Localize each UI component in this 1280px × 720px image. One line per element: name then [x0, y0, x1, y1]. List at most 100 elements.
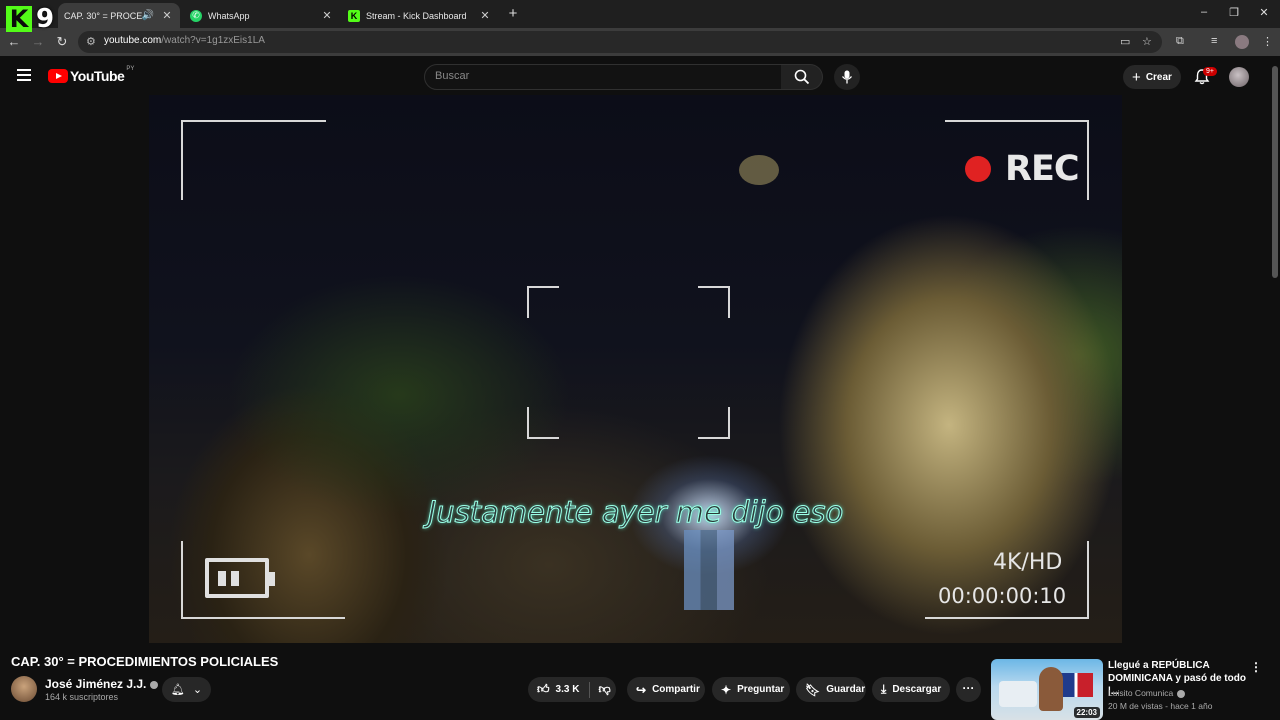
k9-logo-number: 9	[36, 4, 55, 34]
rec-label: REC	[1005, 149, 1080, 189]
focus-bracket-bottom-left	[527, 407, 559, 439]
download-icon: ⤓	[881, 682, 887, 696]
search-placeholder: Buscar	[435, 70, 470, 82]
thumbs-down-icon[interactable]: 👎︎	[598, 682, 610, 697]
save-button[interactable]: 🔖︎ Guardar	[796, 677, 866, 702]
chevron-down-icon: ⌄	[192, 684, 203, 696]
reload-button[interactable]: ↻	[54, 34, 70, 50]
create-label: Crear	[1145, 71, 1172, 83]
page-scrollbar[interactable]	[1272, 58, 1278, 718]
thumbnail-flag	[1059, 673, 1093, 697]
rec-indicator: REC	[965, 149, 1080, 189]
account-avatar[interactable]	[1229, 67, 1249, 87]
scrollbar-thumb[interactable]	[1272, 66, 1278, 278]
video-player[interactable]: REC 4K/HD 00:00:00:10 Justamente ayer me…	[149, 95, 1122, 643]
tab-title: WhatsApp	[208, 10, 250, 21]
verified-check-icon	[1177, 689, 1186, 698]
audio-playing-icon[interactable]: 🔊	[142, 10, 154, 21]
search-button[interactable]	[781, 64, 823, 90]
viewfinder-corner-top-left	[181, 120, 326, 200]
country-code: PY	[126, 66, 135, 72]
new-tab-button[interactable]: +	[505, 6, 521, 22]
share-arrow-icon: ↪	[636, 682, 647, 697]
recommended-channel[interactable]: Luisito Comunica	[1108, 688, 1186, 698]
notification-badge: 9+	[1203, 67, 1217, 76]
more-actions-button[interactable]: ···	[956, 677, 981, 702]
close-tab-icon[interactable]: ✕	[320, 9, 334, 23]
bookmark-icon: 🔖︎	[805, 682, 821, 697]
forward-button[interactable]: →	[30, 34, 46, 50]
url-text: youtube.com/watch?v=1g1zxEis1LA	[104, 35, 265, 46]
pixelated-face-blur	[684, 530, 734, 610]
resolution-label: 4K/HD	[993, 550, 1063, 575]
maximize-button[interactable]: ❐	[1227, 6, 1241, 19]
channel-avatar[interactable]	[11, 676, 37, 702]
close-window-button[interactable]: ✕	[1257, 6, 1271, 19]
battery-icon	[205, 558, 275, 598]
subscribed-notifications-button[interactable]: 🔔︎ ⌄	[162, 677, 211, 702]
youtube-logo-text: YouTube	[70, 68, 125, 84]
site-info-icon[interactable]: ⚙	[86, 35, 96, 48]
plus-icon: +	[1132, 68, 1141, 86]
tab-whatsapp[interactable]: ✆ WhatsApp ✕	[184, 3, 340, 28]
browser-profile-avatar[interactable]	[1235, 35, 1249, 49]
thumbnail-car	[999, 681, 1037, 707]
k9-logo-letter: K	[6, 6, 32, 32]
ask-button[interactable]: ✦ Preguntar	[712, 677, 790, 702]
address-bar[interactable]: ⚙ youtube.com/watch?v=1g1zxEis1LA ▭ ☆	[78, 31, 1162, 53]
search-icon	[794, 69, 809, 85]
like-dislike-group: 👍︎ 3.3 K 👎︎	[528, 677, 616, 702]
k9-overlay-logo: K 9	[2, 2, 60, 34]
browser-menu-icon[interactable]: ⋮	[1262, 35, 1273, 48]
like-count[interactable]: 3.3 K	[556, 684, 580, 695]
subscriber-count: 164 k suscriptores	[45, 692, 119, 702]
like-divider	[589, 681, 591, 698]
share-button[interactable]: ↪ Compartir	[627, 677, 705, 702]
hamburger-menu-icon[interactable]	[17, 69, 31, 84]
whatsapp-icon: ✆	[190, 9, 202, 22]
tab-title: Stream - Kick Dashboard	[366, 10, 467, 21]
voice-search-button[interactable]	[834, 64, 860, 90]
video-subtitle: Justamente ayer me dijo eso	[427, 495, 844, 530]
close-tab-icon[interactable]: ✕	[160, 9, 174, 23]
download-button[interactable]: ⤓ Descargar	[872, 677, 950, 702]
sparkle-icon: ✦	[721, 682, 732, 697]
browser-toolbar: ← → ↻ ⚙ youtube.com/watch?v=1g1zxEis1LA …	[0, 28, 1280, 56]
recommended-meta: 20 M de vistas - hace 1 año	[1108, 701, 1213, 711]
focus-bracket-top-right	[698, 286, 730, 318]
ask-label: Preguntar	[737, 684, 785, 695]
recommended-thumbnail[interactable]: 22:03	[991, 659, 1103, 720]
streetlight-glow	[739, 155, 779, 185]
back-button[interactable]: ←	[6, 34, 22, 50]
youtube-header: YouTube PY Buscar + Crear	[0, 56, 1280, 96]
youtube-logo[interactable]: YouTube PY	[48, 66, 135, 84]
microphone-icon	[841, 70, 853, 84]
bell-icon: 🔔︎	[170, 684, 185, 696]
tab-youtube[interactable]: CAP. 30° = PROCEDIMIE 🔊 ✕	[58, 3, 180, 28]
media-controls-icon[interactable]: ≡	[1211, 35, 1217, 47]
focus-bracket-top-left	[527, 286, 559, 318]
bookmark-star-icon[interactable]: ☆	[1142, 35, 1152, 48]
verified-check-icon	[150, 680, 159, 689]
tab-title: CAP. 30° = PROCEDIMIE	[64, 10, 142, 21]
channel-name[interactable]: José Jiménez J.J.	[45, 677, 159, 691]
thumbs-up-icon[interactable]: 👍︎	[537, 682, 550, 697]
tab-kick-dashboard[interactable]: K Stream - Kick Dashboard ✕	[342, 3, 498, 28]
recommended-menu-icon[interactable]: ⋮	[1250, 660, 1262, 674]
search-input[interactable]: Buscar	[424, 64, 782, 90]
download-label: Descargar	[892, 684, 942, 695]
extensions-icon[interactable]: ⧉	[1176, 35, 1184, 48]
focus-bracket-bottom-right	[698, 407, 730, 439]
share-label: Compartir	[652, 684, 700, 695]
video-duration: 22:03	[1073, 707, 1100, 718]
browser-tab-strip: CAP. 30° = PROCEDIMIE 🔊 ✕ ✆ WhatsApp ✕ K…	[0, 0, 1280, 28]
thumbnail-person	[1039, 667, 1063, 711]
cast-icon[interactable]: ▭	[1120, 35, 1130, 48]
create-button[interactable]: + Crear	[1123, 65, 1181, 89]
video-title: CAP. 30° = PROCEDIMIENTOS POLICIALES	[11, 654, 279, 669]
record-dot-icon	[965, 156, 991, 182]
timecode: 00:00:00:10	[938, 584, 1067, 608]
close-tab-icon[interactable]: ✕	[478, 9, 492, 23]
youtube-play-icon	[48, 69, 68, 83]
minimize-button[interactable]: –	[1197, 6, 1211, 18]
